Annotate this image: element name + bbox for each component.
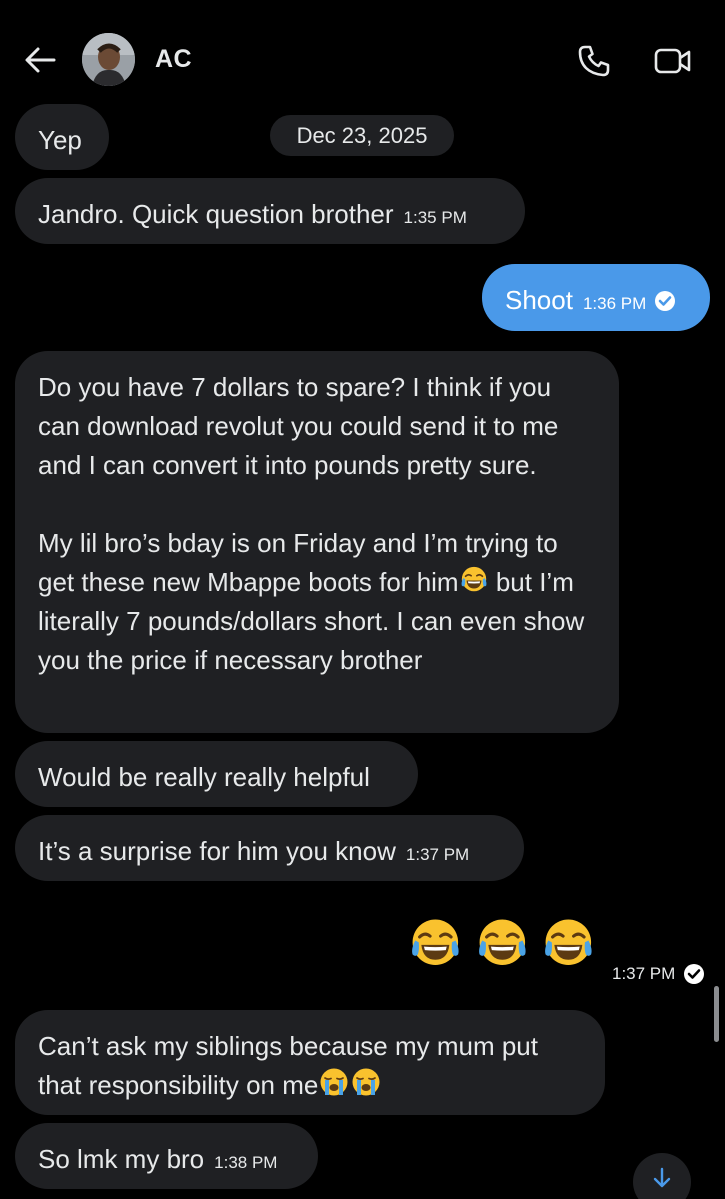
outgoing-message[interactable]: Shoot 1:36 PM bbox=[482, 264, 710, 331]
scroll-to-bottom-button[interactable] bbox=[633, 1153, 691, 1199]
arrow-down-icon bbox=[653, 1167, 671, 1188]
contact-name[interactable]: AC bbox=[155, 45, 192, 74]
loudly-crying-face-emoji-icon bbox=[318, 1066, 350, 1098]
message-timestamp: 1:37 PM bbox=[405, 845, 470, 864]
incoming-message[interactable]: Do you have 7 dollars to spare? I think … bbox=[15, 351, 619, 733]
video-call-button[interactable] bbox=[650, 40, 696, 82]
message-text: Jandro. Quick question brother bbox=[38, 199, 394, 229]
incoming-message[interactable]: Yep bbox=[15, 104, 109, 170]
message-timestamp: 1:37 PM bbox=[612, 964, 676, 983]
face-with-tears-of-joy-emoji-icon bbox=[459, 565, 489, 595]
incoming-message[interactable]: It’s a surprise for him you know 1:37 PM bbox=[15, 815, 524, 881]
back-button[interactable] bbox=[20, 40, 60, 80]
chat-screen: AC Yep Dec 23, 2025 Jandro. Quick questi… bbox=[0, 0, 725, 1199]
incoming-message[interactable]: So lmk my bro 1:38 PM bbox=[15, 1123, 318, 1189]
face-with-tears-of-joy-emoji-icon bbox=[473, 916, 532, 972]
phone-icon bbox=[578, 45, 610, 77]
message-timestamp: 1:36 PM bbox=[582, 294, 647, 313]
chat-header: AC bbox=[0, 0, 725, 110]
avatar[interactable] bbox=[82, 33, 135, 86]
message-text: It’s a surprise for him you know bbox=[38, 836, 396, 866]
message-text: So lmk my bro bbox=[38, 1144, 205, 1174]
video-camera-icon bbox=[654, 48, 691, 74]
face-with-tears-of-joy-emoji-icon bbox=[406, 916, 465, 972]
message-text: Would be really really helpful bbox=[38, 762, 370, 792]
message-text: Shoot bbox=[505, 285, 573, 315]
arrow-left-icon bbox=[25, 47, 56, 73]
date-divider: Dec 23, 2025 bbox=[270, 115, 454, 156]
message-timestamp: 1:35 PM bbox=[403, 208, 467, 227]
scrollbar[interactable] bbox=[714, 986, 719, 1042]
message-text: Yep bbox=[38, 125, 82, 155]
message-timestamp: 1:38 PM bbox=[214, 1153, 278, 1172]
message-paragraph-group: My lil bro’s bday is on Friday and I’m t… bbox=[38, 524, 596, 680]
read-check-icon bbox=[655, 291, 676, 311]
outgoing-emoji-message[interactable] bbox=[406, 916, 598, 972]
incoming-message[interactable]: Can’t ask my siblings because my mum put… bbox=[15, 1010, 605, 1115]
incoming-message[interactable]: Would be really really helpful bbox=[15, 741, 418, 807]
emoji-message-status: 1:37 PM bbox=[612, 963, 705, 985]
voice-call-button[interactable] bbox=[573, 40, 615, 82]
message-text: Can’t ask my siblings because my mum put… bbox=[38, 1031, 538, 1100]
loudly-crying-face-emoji-icon bbox=[350, 1066, 382, 1098]
message-paragraph: Do you have 7 dollars to spare? I think … bbox=[38, 372, 559, 480]
face-with-tears-of-joy-emoji-icon bbox=[539, 916, 598, 972]
incoming-message[interactable]: Jandro. Quick question brother 1:35 PM bbox=[15, 178, 525, 244]
read-check-icon bbox=[684, 964, 705, 984]
contact-avatar-image bbox=[82, 33, 135, 86]
